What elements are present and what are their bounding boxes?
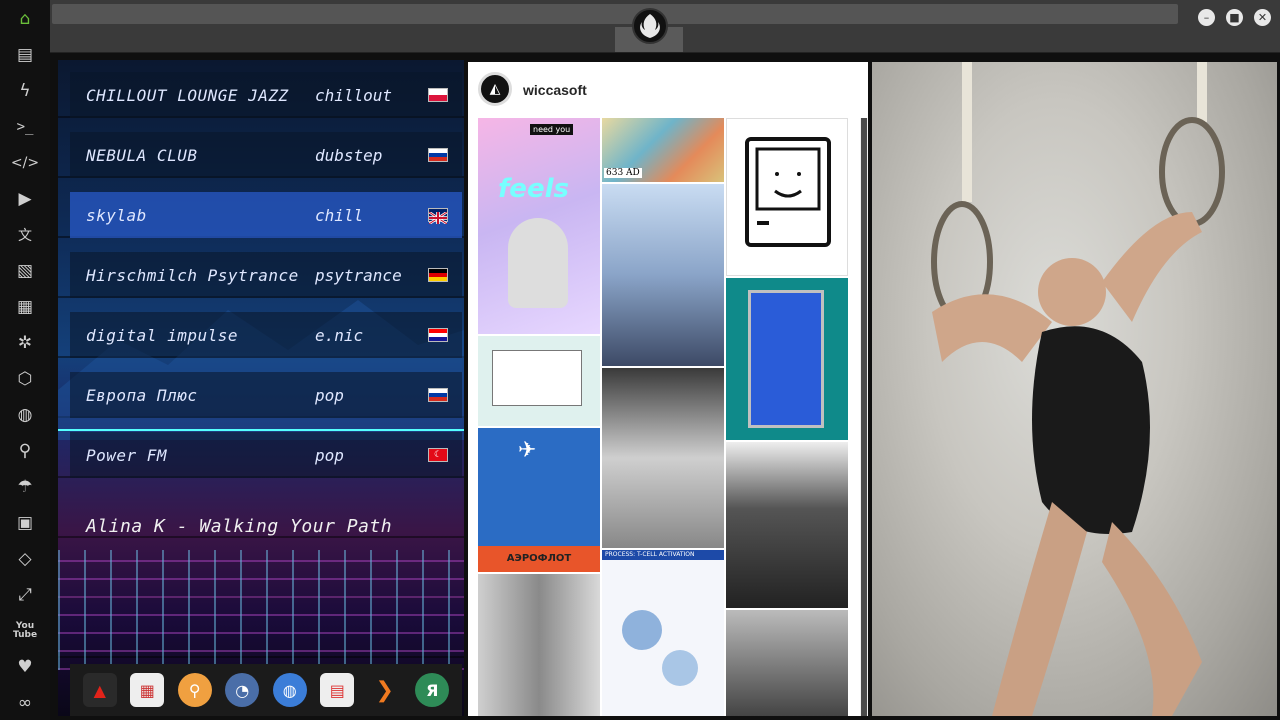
search-icon[interactable]: ⚲	[13, 439, 37, 463]
post-tile-soldier[interactable]	[726, 442, 848, 608]
station-row[interactable]: Европа Плюс pop	[70, 372, 462, 418]
feed-scrollbar[interactable]	[861, 118, 867, 716]
uk-flag-icon	[428, 208, 448, 226]
news-icon[interactable]: ▦	[13, 295, 37, 319]
station-genre: psytrance	[315, 265, 402, 285]
avatar[interactable]: ◭	[478, 72, 512, 106]
now-playing-title: Alina K - Walking Your Path	[86, 516, 393, 537]
turkey-flag-icon: ☾	[428, 448, 448, 462]
profile-username[interactable]: wiccasoft	[523, 82, 587, 98]
youtube-icon[interactable]: You Tube	[13, 619, 37, 643]
germany-flag-icon	[428, 268, 448, 282]
station-name: Hirschmilch Psytrance	[86, 265, 299, 285]
app-dock: ▲ ▦ ⚲ ◔ ◍ ▤ ❯ Я	[70, 664, 462, 716]
cloud-icon[interactable]: ∞	[13, 691, 37, 715]
tile-caption: 633 AD	[604, 168, 642, 178]
gymnast-photo	[931, 62, 1225, 716]
home-icon[interactable]: ⌂	[13, 7, 37, 31]
lightning-icon[interactable]: ϟ	[13, 79, 37, 103]
station-row[interactable]: digital impulse e.nic	[70, 312, 462, 358]
left-sidebar: ⌂ ▤ ϟ >_ </> ▶ 文 ▧ ▦ ✲ ⬡ ◍ ⚲ ☂ ▣ ◇ ⤢ You…	[0, 0, 50, 720]
globe-icon[interactable]: ◍	[13, 403, 37, 427]
window-topbar: – ■ ✕	[50, 0, 1280, 53]
code-bracket-icon[interactable]: ◇	[13, 547, 37, 571]
image-icon[interactable]: ▧	[13, 259, 37, 283]
station-genre: pop	[315, 385, 344, 405]
yandex-app-icon[interactable]: Я	[415, 673, 450, 707]
minimize-button[interactable]: –	[1198, 9, 1215, 26]
post-tile-mac[interactable]	[726, 118, 848, 276]
heart-icon[interactable]: ♥	[13, 655, 37, 679]
russia-flag-icon	[428, 148, 448, 162]
instagram-panel: ◭ wiccasoft need you feels ✈ АЭРОФЛОТ 63…	[468, 62, 868, 716]
station-name: Power FM	[86, 445, 168, 465]
settings-icon[interactable]: ✲	[13, 331, 37, 355]
post-tile-actress[interactable]	[726, 610, 848, 716]
station-row-selected[interactable]: skylab chill	[70, 192, 462, 238]
arch-app-icon[interactable]: ▲	[82, 673, 117, 707]
grid-floor-graphic	[58, 550, 464, 670]
play-icon[interactable]: ▶	[13, 187, 37, 211]
station-row[interactable]: Power FM pop ☾	[70, 432, 462, 478]
station-genre: chillout	[315, 85, 393, 105]
code-icon[interactable]: </>	[11, 151, 39, 175]
post-tile-map[interactable]: 633 AD	[602, 118, 724, 182]
post-tile-win95[interactable]	[726, 278, 848, 440]
globe-app-icon[interactable]: ◍	[272, 673, 307, 707]
close-button[interactable]: ✕	[1254, 9, 1271, 26]
address-bar[interactable]	[52, 4, 1178, 24]
translate-icon[interactable]: 文	[13, 223, 37, 247]
photo-panel	[872, 62, 1277, 716]
tile-caption: АЭРОФЛОТ	[478, 546, 600, 572]
calendar-app-icon[interactable]: ▤	[320, 673, 355, 707]
station-name: skylab	[86, 205, 147, 225]
radio-panel: CHILLOUT LOUNGE JAZZ chillout NEBULA CLU…	[58, 60, 464, 716]
post-tile-tcell[interactable]: PROCESS: T-CELL ACTIVATION	[602, 550, 724, 716]
contact-icon[interactable]: ▣	[13, 511, 37, 535]
post-tile-retro-ui[interactable]	[478, 336, 600, 426]
post-tile-portrait[interactable]	[602, 368, 724, 548]
tile-caption: need you	[530, 124, 574, 135]
station-row[interactable]: NEBULA CLUB dubstep	[70, 132, 462, 178]
tile-text: feels	[498, 174, 569, 204]
calendar-news-app-icon[interactable]: ▦	[130, 673, 165, 707]
maximize-button[interactable]: ■	[1226, 9, 1243, 26]
station-name: NEBULA CLUB	[86, 145, 198, 165]
post-tile-face-split[interactable]	[478, 574, 600, 716]
station-name: Европа Плюс	[86, 385, 198, 405]
clock-app-icon[interactable]: ◔	[225, 673, 260, 707]
station-row[interactable]: CHILLOUT LOUNGE JAZZ chillout	[70, 72, 462, 118]
rebel-emblem-icon	[632, 8, 668, 44]
hexagon-icon[interactable]: ⬡	[13, 367, 37, 391]
russia-flag-icon	[428, 388, 448, 402]
post-tile-fashion[interactable]	[602, 184, 724, 366]
station-row[interactable]: Hirschmilch Psytrance psytrance	[70, 252, 462, 298]
station-genre: e.nic	[315, 325, 364, 345]
arrow-app-icon[interactable]: ❯	[368, 673, 402, 707]
croatia-flag-icon	[428, 328, 448, 342]
post-tile-aeroflot[interactable]: ✈ АЭРОФЛОТ	[478, 428, 600, 572]
terminal-icon[interactable]: >_	[13, 115, 37, 139]
document-icon[interactable]: ▤	[13, 43, 37, 67]
magnifier-app-icon[interactable]: ⚲	[177, 673, 212, 707]
fullscreen-icon[interactable]: ⤢	[13, 583, 37, 607]
tile-caption: PROCESS: T-CELL ACTIVATION	[602, 550, 724, 560]
umbrella-icon[interactable]: ☂	[13, 475, 37, 499]
poland-flag-icon	[428, 88, 448, 102]
station-genre: chill	[315, 205, 364, 225]
station-name: CHILLOUT LOUNGE JAZZ	[86, 85, 289, 105]
station-genre: pop	[315, 445, 344, 465]
post-tile-feels[interactable]: need you feels	[478, 118, 600, 334]
station-genre: dubstep	[315, 145, 383, 165]
station-name: digital impulse	[86, 325, 238, 345]
